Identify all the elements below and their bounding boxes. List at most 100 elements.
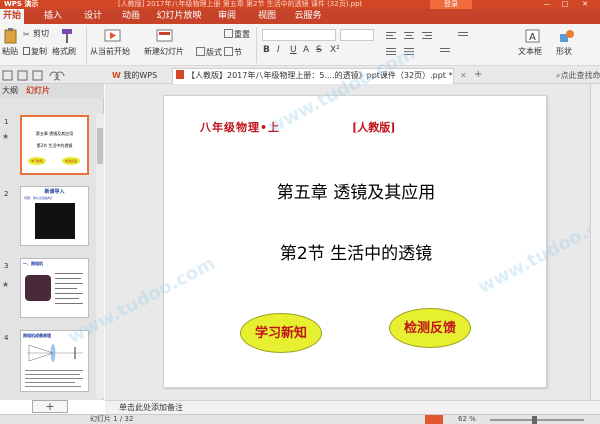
slide-number: 3 [4, 262, 9, 270]
check-feedback-button[interactable]: 检测反馈 [389, 308, 471, 348]
shadow-button[interactable]: A [303, 45, 309, 55]
my-wps-tab[interactable]: W 我的WPS [112, 71, 157, 81]
canvas-scrollbar[interactable] [590, 84, 600, 400]
from-current-button[interactable]: 从当前开始 [90, 47, 130, 57]
shape-icon[interactable] [558, 28, 576, 44]
thumb2-image [35, 203, 75, 239]
slide-panel-scrollbar[interactable] [96, 114, 104, 398]
tab-view[interactable]: 视图 [252, 9, 282, 24]
panel-tabs: 大纲 幻灯片 [0, 84, 104, 98]
slide-section-title: 第2节 生活中的透镜 [279, 244, 433, 264]
thumb-chapter: 第五章 透镜及其应用 [35, 131, 74, 136]
thumb3-title: 一、照相机 [23, 261, 43, 266]
section-button[interactable]: 节 [224, 47, 242, 58]
slide-number: 4 [4, 334, 9, 342]
slide-number: 1 [4, 118, 9, 126]
tab-outline[interactable]: 大纲 [2, 84, 18, 98]
slide-chapter-title: 第五章 透镜及其应用 [276, 183, 436, 203]
document-tab[interactable]: 【人教版】2017年八年级物理上册：5....的透镜》ppt课件（32页）.pp… [172, 68, 454, 84]
thumb-oval-check: 检测反馈 [62, 157, 80, 165]
scissors-icon: ✂ [23, 30, 30, 39]
thumb4-text [25, 369, 85, 389]
font-name-field[interactable] [262, 29, 336, 41]
slide-thumbnail-1[interactable]: 第五章 透镜及其应用 第2节 生活中的透镜 学习新知 检测反馈 [20, 115, 89, 175]
reset-label: 重置 [234, 30, 250, 39]
thumb2-title: 新课导入 [44, 189, 65, 195]
learn-new-button[interactable]: 学习新知 [240, 313, 322, 353]
underline-button[interactable]: U [290, 45, 297, 55]
status-bar: 幻灯片 1 / 32 62 % [0, 414, 600, 424]
format-painter-icon[interactable] [58, 28, 76, 44]
paste-button[interactable]: 粘贴 [2, 47, 18, 57]
italic-button[interactable]: I [277, 45, 280, 55]
tab-home[interactable]: 开始 [0, 9, 24, 24]
tab-review[interactable]: 审阅 [212, 9, 242, 24]
thumb4-title: 照相机成像原理 [23, 333, 51, 338]
ppt-file-icon [176, 70, 184, 79]
cut-button[interactable]: ✂ 剪切 [23, 29, 49, 39]
tab-slideshow[interactable]: 幻灯片放映 [152, 9, 206, 24]
reset-icon [224, 29, 233, 38]
maximize-icon[interactable]: □ [558, 0, 572, 9]
new-slide-icon[interactable] [156, 28, 174, 44]
minimize-icon[interactable]: — [540, 0, 554, 9]
font-size-field[interactable] [340, 29, 374, 41]
textbox-button[interactable]: 文本框 [518, 47, 542, 57]
current-slide[interactable]: 八年级物理•上 [人教版] 第五章 透镜及其应用 第2节 生活中的透镜 学习新知… [163, 95, 547, 388]
textbox-icon[interactable]: A [524, 28, 542, 44]
format-painter-button[interactable]: 格式刷 [52, 47, 76, 57]
bold-button[interactable]: B [263, 45, 270, 55]
menu-bar: 开始 插入 设计 动画 幻灯片放映 审阅 视图 云服务 [0, 9, 600, 24]
tab-animation[interactable]: 动画 [116, 9, 146, 24]
play-from-current-icon[interactable] [104, 28, 122, 44]
slideshow-icon[interactable] [425, 415, 443, 424]
ribbon-divider [256, 27, 257, 63]
animation-star-icon: ★ [2, 132, 10, 141]
copy-button[interactable]: 复制 [23, 47, 47, 57]
window-title: [人教版] 2017年八年级物理上册 第五章 第2节 生活中的透镜 课件 (32… [118, 0, 363, 8]
slide-edition-label: [人教版] [352, 121, 396, 134]
slide-thumbnail-3[interactable]: 一、照相机 [20, 258, 89, 318]
tab-insert[interactable]: 插入 [38, 9, 68, 24]
search-hint: 点此查找命令 [560, 71, 600, 80]
my-wps-label: 我的WPS [123, 71, 158, 80]
wps-logo-icon: W [112, 71, 121, 80]
layout-label: 版式 [206, 48, 222, 57]
title-bar: WPS 演示 [人教版] 2017年八年级物理上册 第五章 第2节 生活中的透镜… [0, 0, 600, 9]
tab-design[interactable]: 设计 [78, 9, 108, 24]
tab-cloud[interactable]: 云服务 [288, 9, 328, 24]
camera-image [25, 275, 51, 301]
slide-number: 2 [4, 190, 9, 198]
paste-icon[interactable] [2, 28, 20, 44]
shape-button[interactable]: 形状 [556, 47, 572, 57]
thumb2-subtitle: 问题：你认识这些吗？ [24, 196, 55, 200]
reset-button[interactable]: 重置 [224, 29, 250, 40]
thumb-section: 第2节 生活中的透镜 [36, 143, 73, 148]
add-tab-icon[interactable]: + [474, 70, 482, 80]
slide-thumbnail-2[interactable]: 新课导入 问题：你认识这些吗？ [20, 186, 89, 246]
superscript-button[interactable]: X² [330, 45, 340, 55]
close-icon[interactable]: ✕ [578, 0, 592, 9]
add-slide-button[interactable]: + [32, 400, 68, 413]
app-name: WPS 演示 [4, 0, 39, 8]
zoom-slider-handle[interactable] [532, 416, 537, 424]
thumb-oval-learn: 学习新知 [28, 157, 46, 165]
layout-button[interactable]: 版式 [196, 47, 222, 58]
ribbon-divider [86, 27, 87, 63]
notes-pane[interactable]: 单击此处添加备注 [105, 400, 600, 414]
close-tab-icon[interactable]: ✕ [460, 71, 467, 81]
strikethrough-button[interactable]: S [316, 45, 322, 55]
tab-slides[interactable]: 幻灯片 [26, 84, 50, 98]
section-icon [224, 47, 233, 56]
scrollbar-thumb[interactable] [97, 128, 103, 164]
quick-access-toolbar [2, 70, 82, 82]
layout-icon [196, 47, 205, 56]
cut-label: 剪切 [33, 29, 49, 38]
zoom-slider[interactable] [490, 419, 584, 421]
command-search[interactable]: ⌕点此查找命令 [556, 70, 600, 82]
new-slide-button[interactable]: 新建幻灯片 [144, 47, 184, 57]
document-tab-label: 【人教版】2017年八年级物理上册：5....的透镜》ppt课件（32页）.pp… [187, 71, 453, 80]
zoom-level: 62 % [458, 415, 476, 423]
page-indicator: 幻灯片 1 / 32 [90, 415, 134, 423]
login-button[interactable]: 登录 [430, 0, 472, 9]
